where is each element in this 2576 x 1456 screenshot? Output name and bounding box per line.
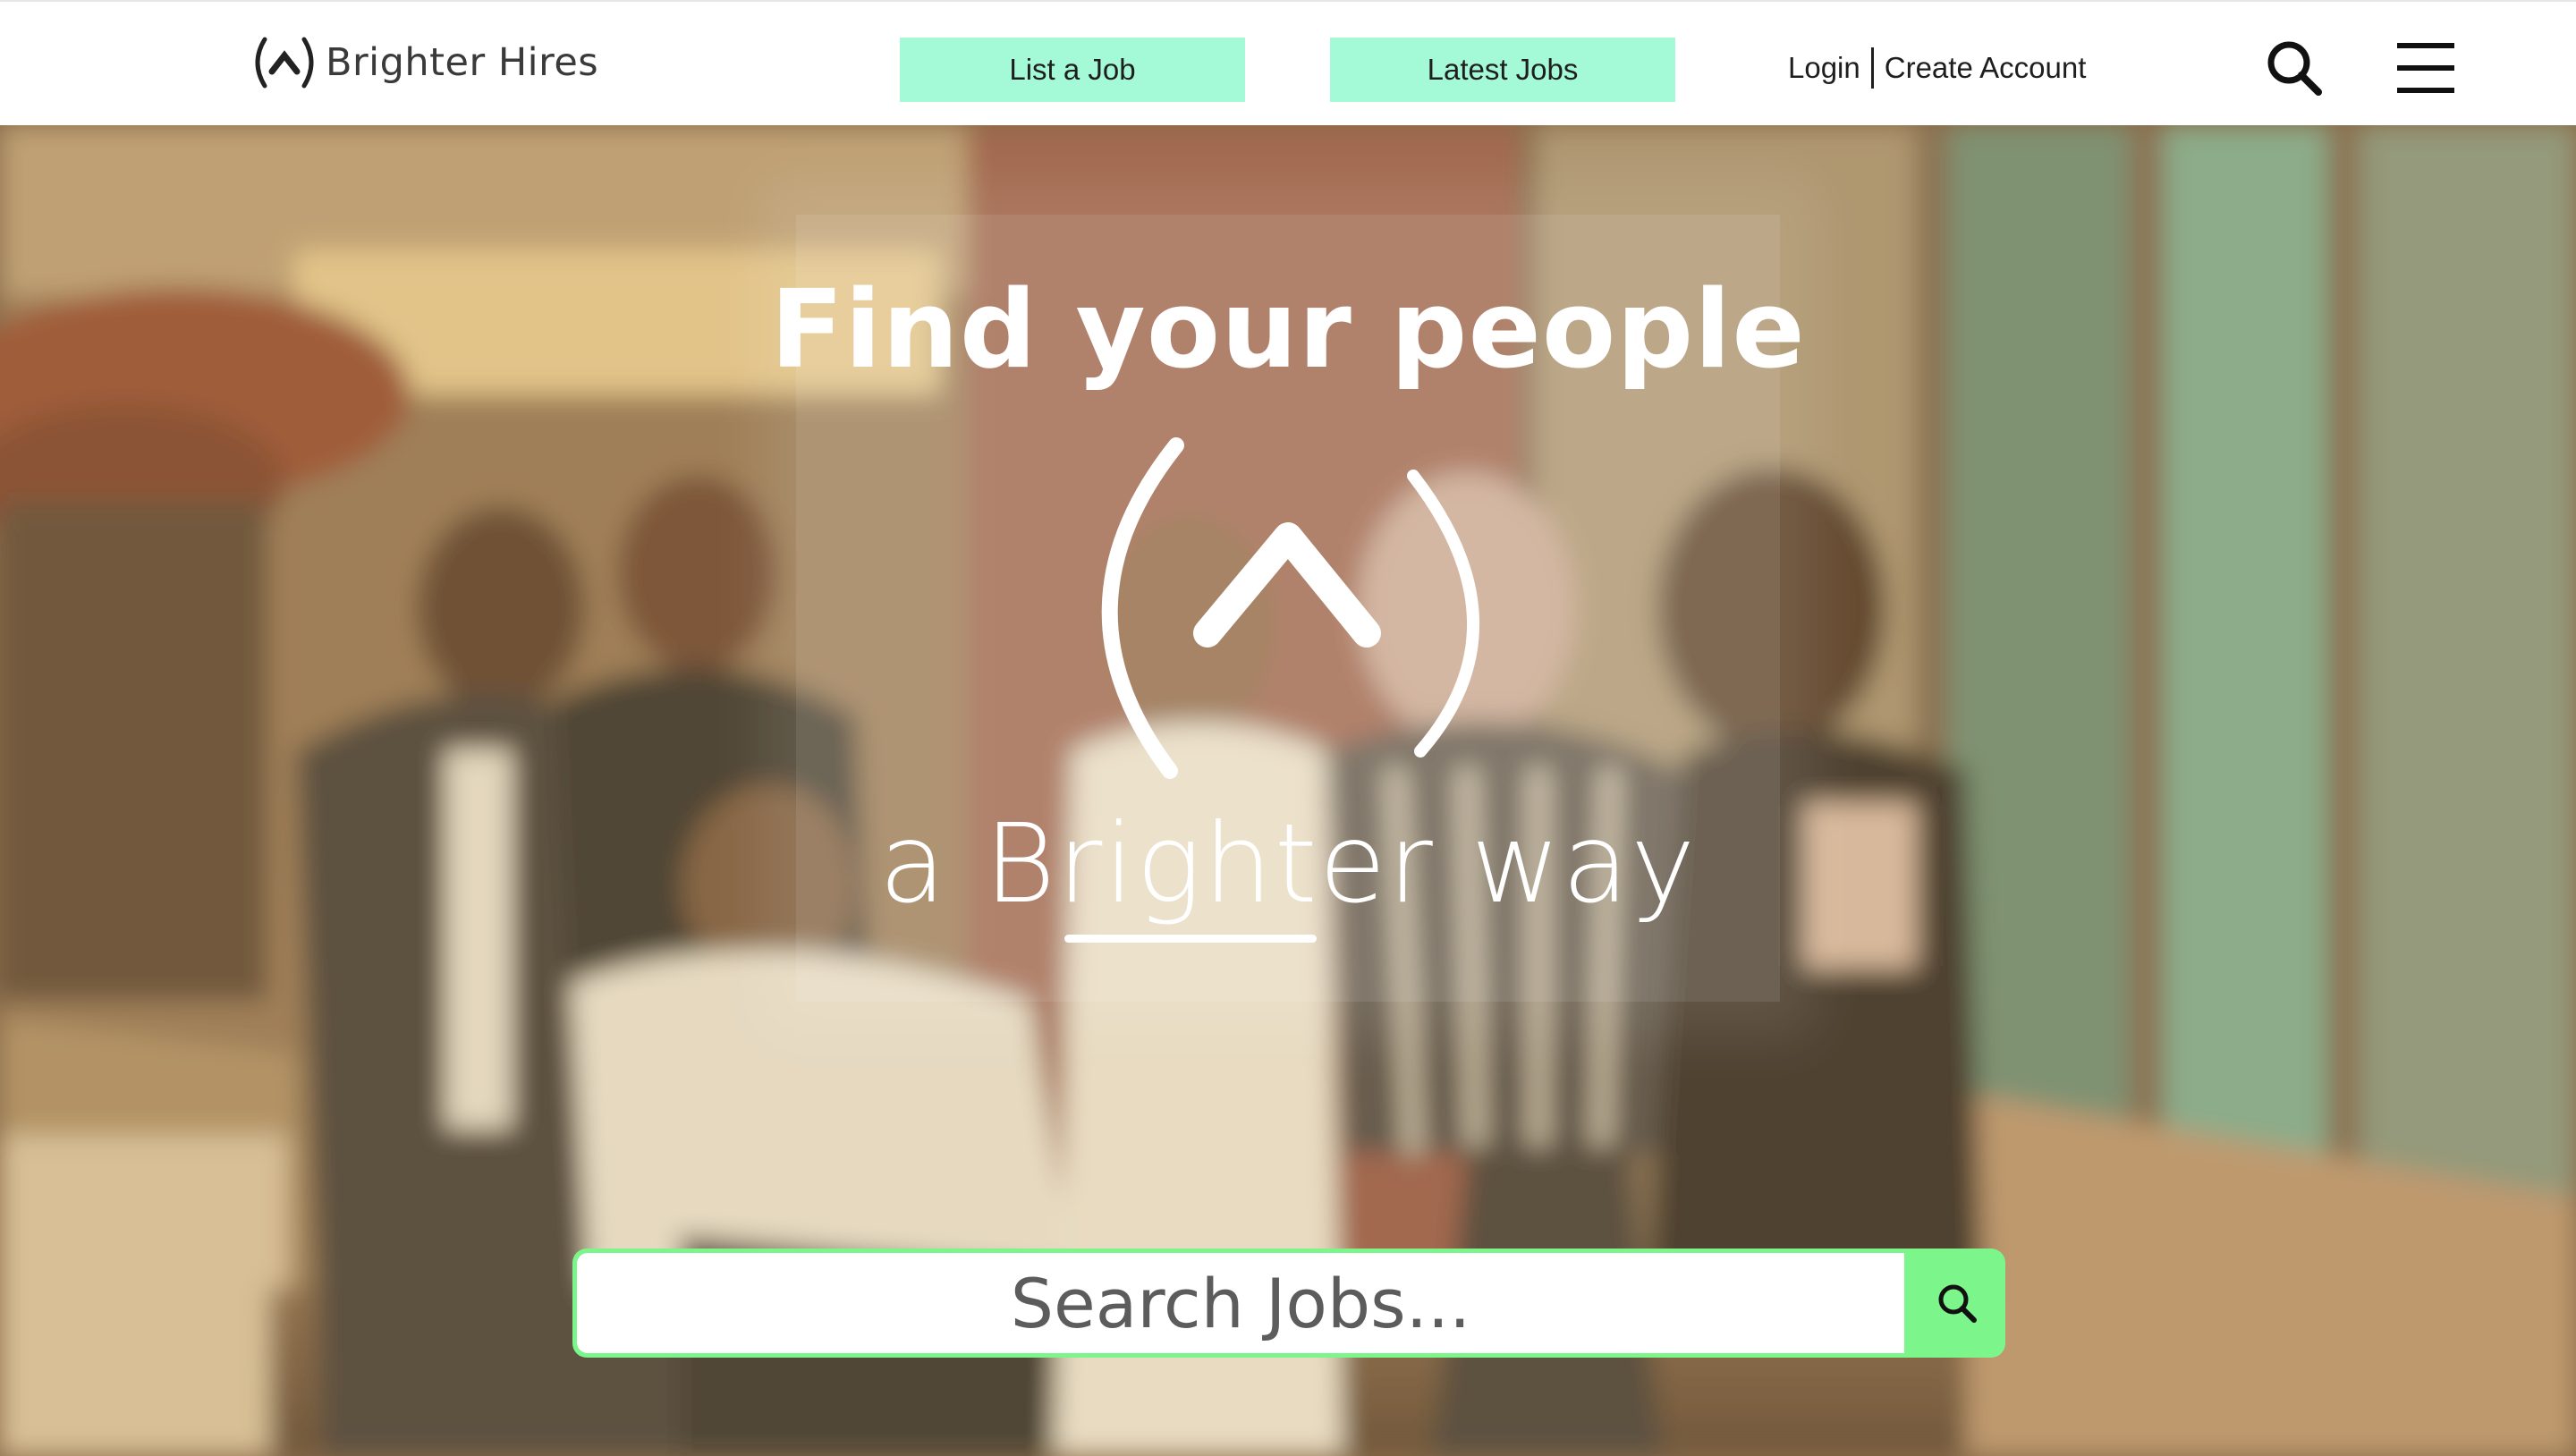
search-icon: [1938, 1284, 1977, 1323]
create-account-link[interactable]: Create Account: [1885, 51, 2087, 85]
logo-icon: [255, 37, 314, 89]
auth-links: Login Create Account: [1788, 45, 2086, 91]
menu-icon: [2397, 43, 2454, 93]
login-link[interactable]: Login: [1788, 51, 1860, 85]
list-a-job-button[interactable]: List a Job: [900, 38, 1245, 102]
hero-section: Find your people a Brighter way: [0, 125, 2576, 1456]
auth-divider: [1870, 47, 1874, 89]
search-submit-button[interactable]: [1909, 1249, 2005, 1358]
latest-jobs-button[interactable]: Latest Jobs: [1330, 38, 1675, 102]
search-jobs-input[interactable]: [577, 1253, 1904, 1353]
site-header: Brighter Hires List a Job Latest Jobs Lo…: [0, 0, 2576, 125]
tagline-underline: [1064, 935, 1317, 943]
job-search-bar: [572, 1249, 2005, 1358]
hero-title: Find your people: [770, 268, 1806, 393]
brand-name: Brighter Hires: [326, 40, 599, 85]
header-search-button[interactable]: [2258, 32, 2330, 104]
header-menu-button[interactable]: [2390, 32, 2462, 104]
search-icon: [2267, 41, 2322, 96]
brighter-logo-icon: [1101, 437, 1479, 779]
hero-tagline: a Brighter way: [878, 800, 1698, 927]
brand-logo[interactable]: Brighter Hires: [252, 34, 598, 91]
